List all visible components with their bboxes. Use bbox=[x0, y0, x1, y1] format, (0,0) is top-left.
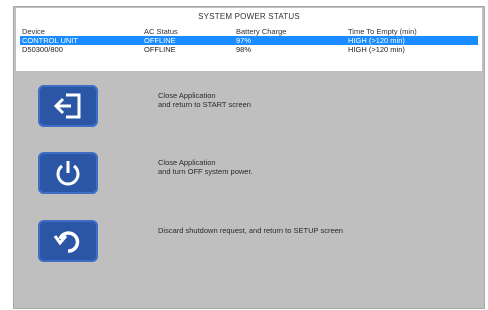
action-return-to-setup: Discard shutdown request, and return to … bbox=[14, 220, 454, 264]
exit-arrow-icon bbox=[53, 93, 81, 119]
action-power-off: Close Application and turn OFF system po… bbox=[14, 152, 454, 196]
action-line-2: and return to START screen bbox=[158, 100, 251, 109]
action-description: Close Application and turn OFF system po… bbox=[158, 158, 253, 176]
cell-ac-status: OFFLINE bbox=[144, 36, 176, 45]
cell-device: D50300/800 bbox=[22, 45, 63, 54]
power-status-window: SYSTEM POWER STATUS Device AC Status Bat… bbox=[13, 6, 485, 309]
close-to-start-button[interactable] bbox=[38, 85, 98, 127]
table-row[interactable]: CONTROL UNIT OFFLINE 97% HIGH (>120 min) bbox=[20, 36, 478, 45]
return-arrow-icon bbox=[53, 231, 80, 253]
cell-time-to-empty: HIGH (>120 min) bbox=[348, 36, 405, 45]
cell-battery-charge: 98% bbox=[236, 45, 252, 54]
cell-ac-status: OFFLINE bbox=[144, 45, 176, 54]
action-description: Discard shutdown request, and return to … bbox=[158, 226, 343, 235]
action-line-1: Close Application bbox=[158, 91, 216, 100]
table-row[interactable]: D50300/800 OFFLINE 98% HIGH (>120 min) bbox=[20, 45, 478, 54]
cell-battery-charge: 97% bbox=[236, 36, 252, 45]
action-line-2: and turn OFF system power. bbox=[158, 167, 253, 176]
column-header-device: Device bbox=[22, 27, 45, 36]
cell-time-to-empty: HIGH (>120 min) bbox=[348, 45, 405, 54]
return-to-setup-button[interactable] bbox=[38, 220, 98, 262]
column-header-battery-charge: Battery Charge bbox=[236, 27, 287, 36]
cell-device: CONTROL UNIT bbox=[22, 36, 78, 45]
power-icon bbox=[56, 161, 80, 186]
table-header: Device AC Status Battery Charge Time To … bbox=[20, 27, 478, 36]
action-line-1: Discard shutdown request, and return to … bbox=[158, 226, 343, 235]
column-header-ac-status: AC Status bbox=[144, 27, 178, 36]
status-table: Device AC Status Battery Charge Time To … bbox=[20, 27, 478, 54]
status-panel: SYSTEM POWER STATUS Device AC Status Bat… bbox=[16, 8, 482, 71]
action-description: Close Application and return to START sc… bbox=[158, 91, 251, 109]
column-header-time-to-empty: Time To Empty (min) bbox=[348, 27, 417, 36]
panel-title: SYSTEM POWER STATUS bbox=[198, 12, 300, 21]
action-line-1: Close Application bbox=[158, 158, 216, 167]
power-off-button[interactable] bbox=[38, 152, 98, 194]
action-close-to-start: Close Application and return to START sc… bbox=[14, 85, 454, 129]
